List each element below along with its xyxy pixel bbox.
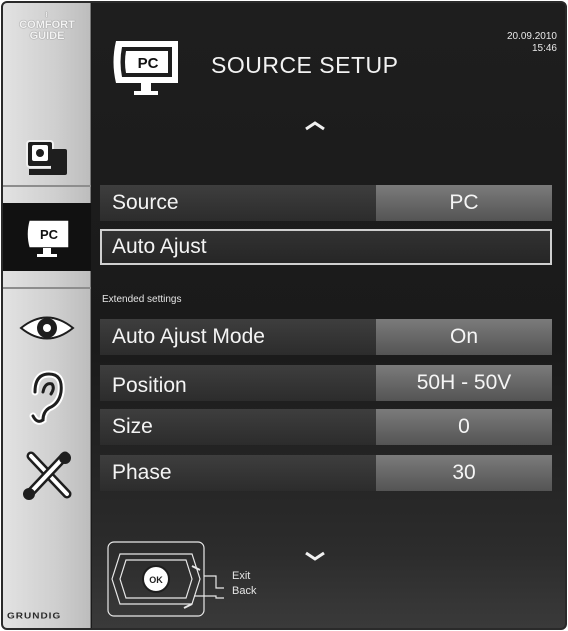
scroll-down-icon[interactable] bbox=[304, 551, 326, 561]
menu-row-source[interactable]: Source PC bbox=[100, 185, 552, 221]
menu-row-auto-adjust-mode[interactable]: Auto Ajust Mode On bbox=[100, 319, 552, 355]
sidebar-item-sound[interactable] bbox=[3, 363, 91, 433]
phase-value[interactable]: 30 bbox=[376, 455, 552, 491]
brand-logo: GRUNDIG bbox=[7, 612, 62, 621]
comfort-line2: GUIDE bbox=[29, 30, 65, 42]
main-panel: PC SOURCE SETUP 20.09.2010 15:46 Source … bbox=[92, 3, 565, 628]
auto-adjust-mode-label: Auto Ajust Mode bbox=[112, 325, 265, 348]
size-value[interactable]: 0 bbox=[376, 409, 552, 445]
tools-icon bbox=[23, 451, 72, 500]
position-value[interactable]: 50H - 50V bbox=[376, 365, 552, 401]
exit-legend: Exit bbox=[232, 570, 251, 582]
ear-icon bbox=[29, 370, 65, 425]
auto-adjust-label: Auto Ajust bbox=[112, 235, 207, 258]
phase-label: Phase bbox=[112, 461, 172, 484]
sidebar-divider bbox=[3, 185, 91, 187]
sidebar-item-pc[interactable]: PC bbox=[3, 203, 91, 271]
page-title: SOURCE SETUP bbox=[211, 52, 399, 78]
menu-row-auto-adjust[interactable]: Auto Ajust bbox=[100, 229, 552, 265]
auto-adjust-mode-value[interactable]: On bbox=[376, 319, 552, 355]
sidebar-divider bbox=[3, 287, 91, 289]
tv-menu-frame: ≀ COMFORT GUIDE PC GRUNDIG PC SOURCE SET… bbox=[1, 1, 567, 630]
ok-button-label: OK bbox=[149, 575, 163, 585]
menu-row-size[interactable]: Size 0 bbox=[100, 409, 552, 445]
datetime: 20.09.2010 15:46 bbox=[507, 31, 557, 55]
header-pc-icon: PC bbox=[113, 41, 178, 95]
sidebar-item-settings[interactable] bbox=[3, 441, 91, 511]
back-legend: Back bbox=[232, 585, 257, 597]
size-label: Size bbox=[112, 415, 153, 438]
source-label: Source bbox=[112, 191, 179, 214]
position-label: Position bbox=[112, 374, 187, 397]
sidebar: ≀ COMFORT GUIDE PC GRUNDIG bbox=[3, 3, 91, 628]
sidebar-item-media[interactable] bbox=[3, 133, 91, 185]
eye-icon bbox=[19, 316, 75, 340]
remote-navigation-icon: OK bbox=[107, 541, 224, 617]
time-text: 15:46 bbox=[531, 43, 557, 54]
menu-row-phase[interactable]: Phase 30 bbox=[100, 455, 552, 491]
header-pc-icon-label: PC bbox=[138, 55, 159, 72]
source-value[interactable]: PC bbox=[376, 185, 552, 221]
menu-row-position[interactable]: Position 50H - 50V bbox=[100, 365, 552, 401]
sidebar-item-picture[interactable] bbox=[3, 303, 91, 353]
extended-settings-heading: Extended settings bbox=[102, 294, 182, 305]
media-interaction-icon bbox=[26, 140, 67, 175]
date-text: 20.09.2010 bbox=[506, 31, 557, 42]
comfort-guide-logo[interactable]: ≀ COMFORT GUIDE bbox=[3, 9, 91, 42]
pc-source-icon: PC bbox=[26, 219, 70, 257]
pc-icon-label: PC bbox=[40, 227, 59, 242]
scroll-up-icon[interactable] bbox=[304, 121, 326, 131]
